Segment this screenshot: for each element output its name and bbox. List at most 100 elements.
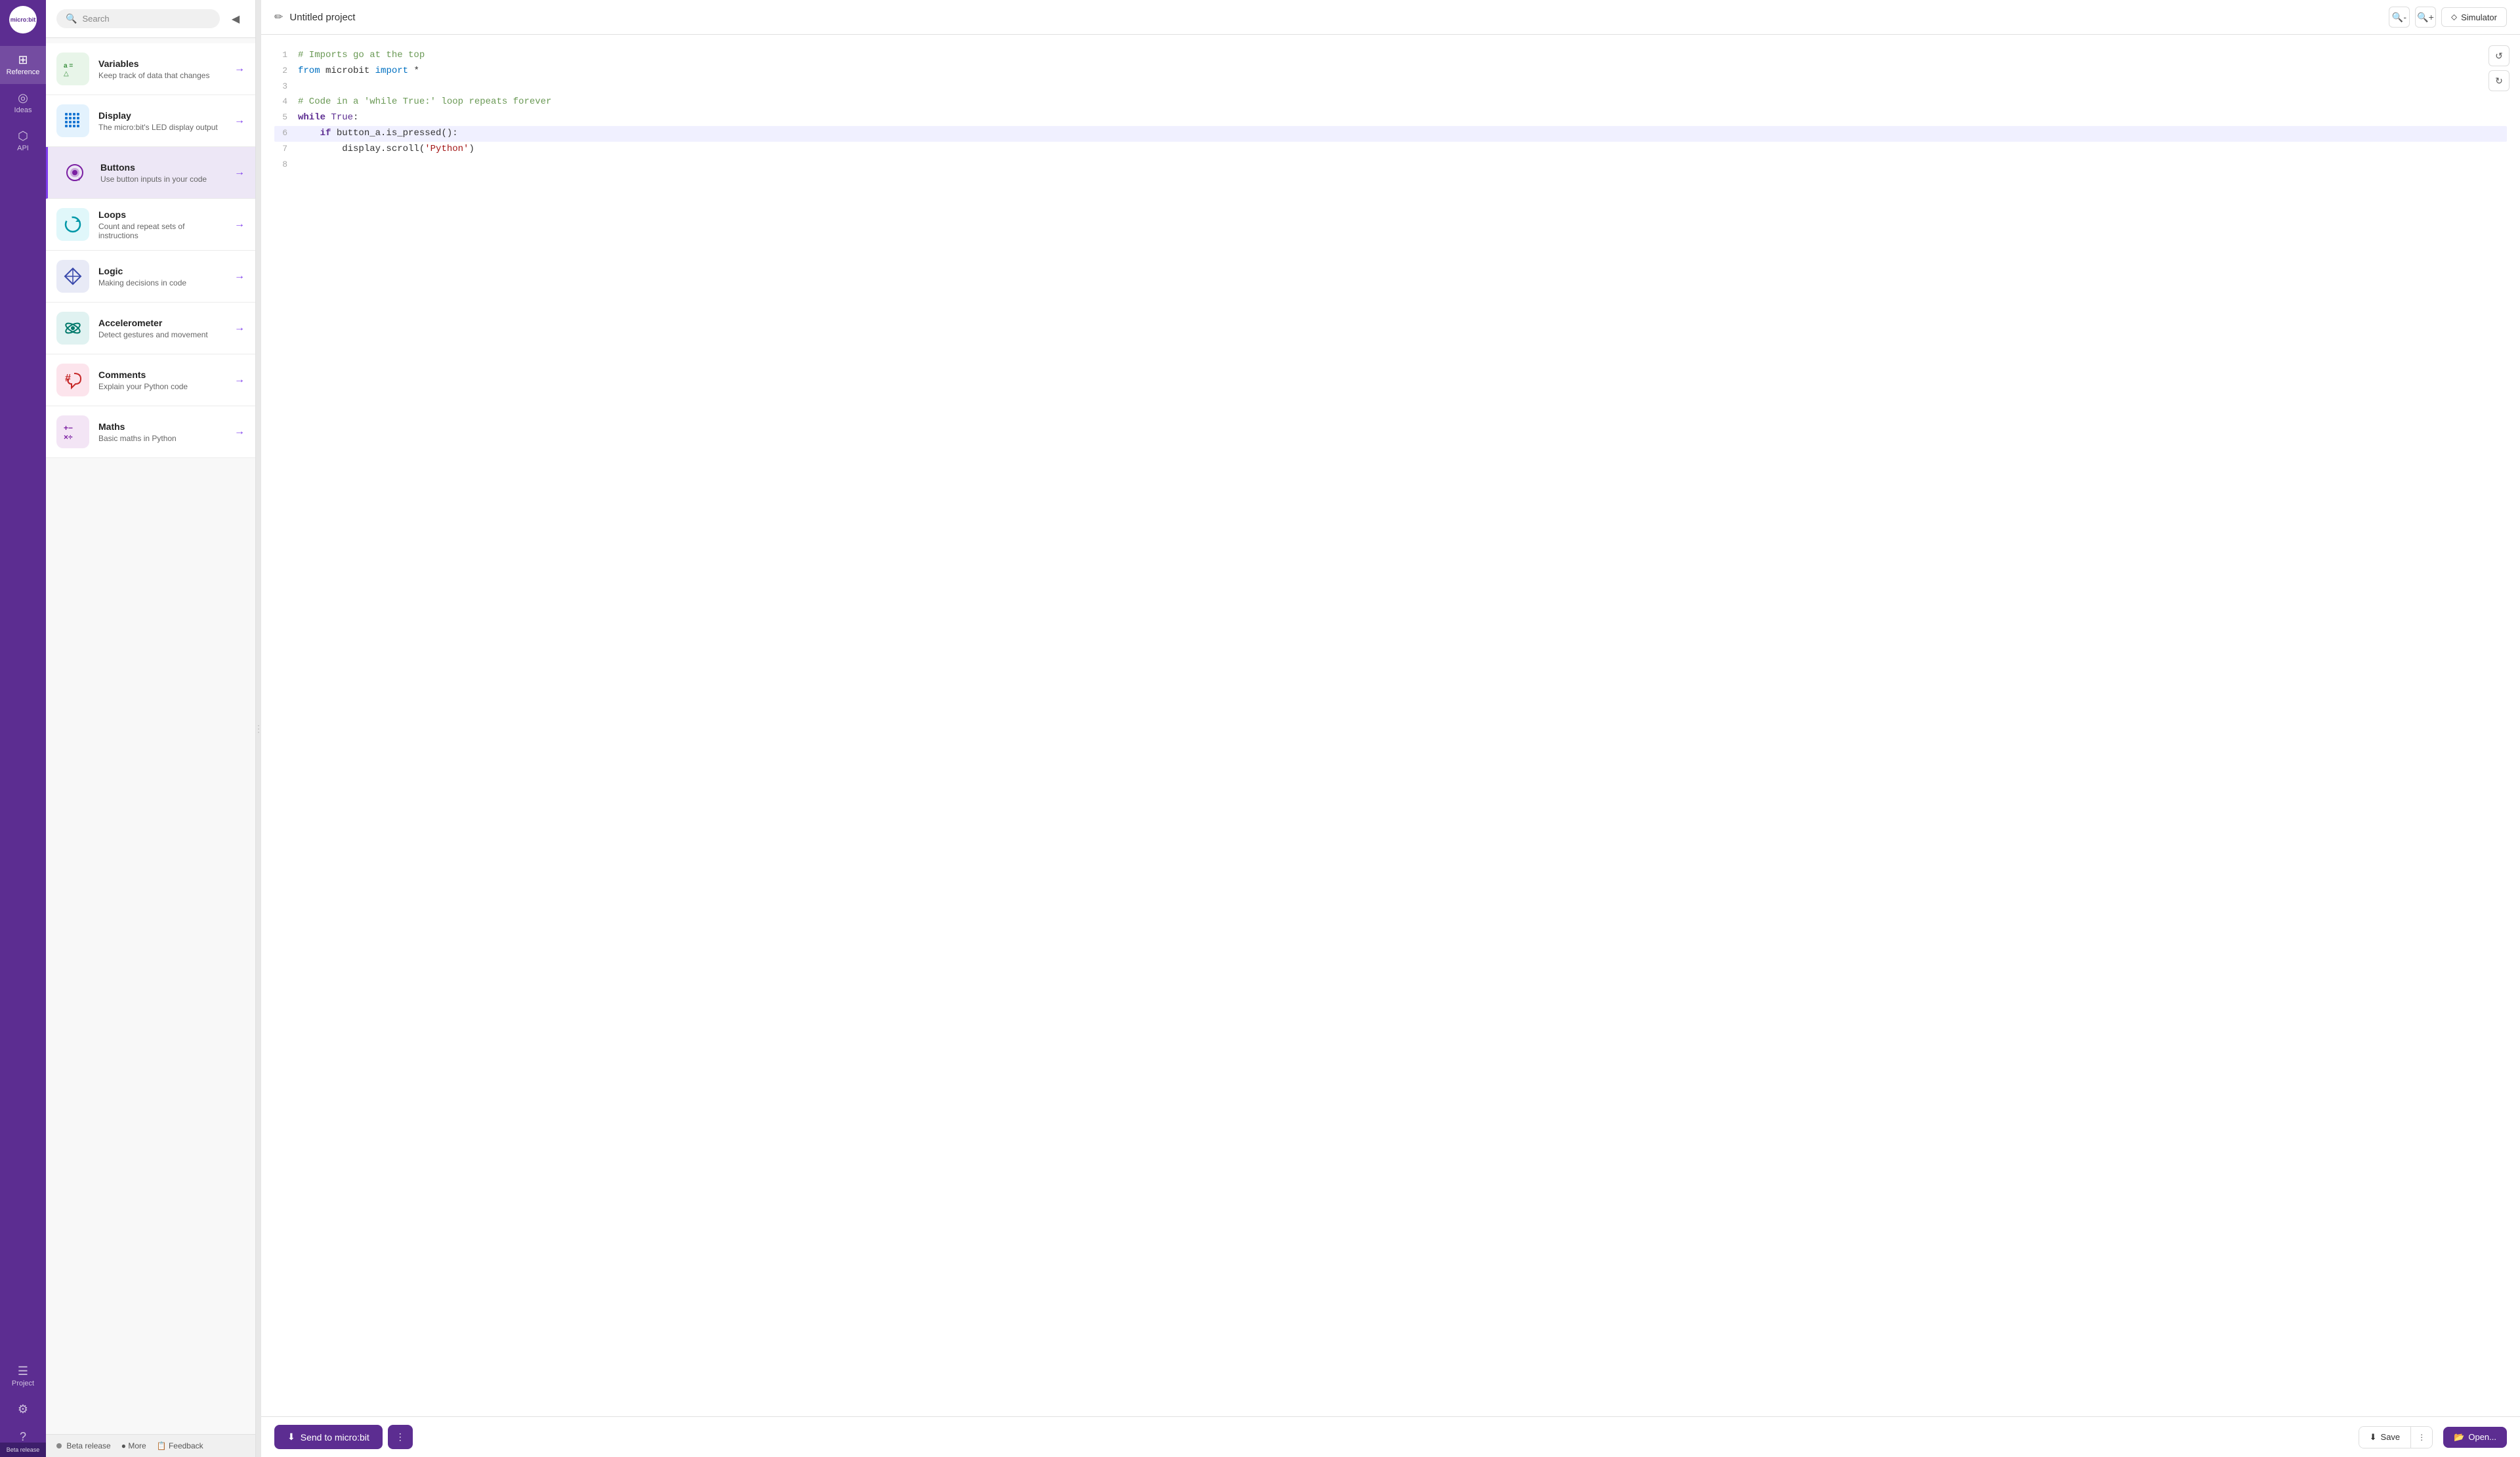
svg-text:△: △ — [64, 70, 69, 77]
line-number-1: 1 — [274, 48, 287, 62]
line-number-6: 6 — [274, 126, 287, 140]
sidebar-item-ideas[interactable]: ◎ Ideas — [0, 84, 46, 122]
header-actions: 🔍- 🔍+ ⬦ Simulator — [2389, 7, 2507, 28]
logic-arrow-icon: → — [234, 270, 245, 282]
search-box[interactable]: 🔍 Search — [56, 9, 220, 28]
search-icon: 🔍 — [66, 13, 77, 24]
accelerometer-arrow-icon: → — [234, 322, 245, 334]
display-icon — [62, 110, 83, 131]
open-button[interactable]: 📂 Open... — [2443, 1427, 2507, 1448]
project-icon: ☰ — [18, 1365, 28, 1377]
accelerometer-text: Accelerometer Detect gestures and moveme… — [98, 318, 225, 339]
main-area: ✏ Untitled project 🔍- 🔍+ ⬦ Simulator 1 #… — [261, 0, 2520, 1457]
reference-item-buttons[interactable]: ↓ Buttons Use button inputs in your code… — [46, 147, 255, 199]
code-line-6: 6 if button_a.is_pressed(): — [274, 126, 2507, 142]
loops-icon-wrap — [56, 208, 89, 241]
send-options-icon: ⋮ — [396, 1431, 405, 1442]
search-placeholder: Search — [82, 14, 109, 24]
accelerometer-title: Accelerometer — [98, 318, 225, 328]
sidebar-item-reference[interactable]: ⊞ Reference — [0, 46, 46, 84]
simulator-button[interactable]: ⬦ Simulator — [2441, 7, 2507, 27]
open-label: Open... — [2468, 1432, 2496, 1442]
send-to-microbit-button[interactable]: ⬇ Send to micro:bit — [274, 1425, 383, 1449]
loops-desc: Count and repeat sets of instructions — [98, 222, 225, 240]
undo-button[interactable]: ↺ — [2488, 45, 2510, 66]
zoom-out-button[interactable]: 🔍- — [2389, 7, 2410, 28]
reference-icon: ⊞ — [18, 54, 28, 66]
buttons-icon-wrap: ↓ — [58, 156, 91, 189]
display-text: Display The micro:bit's LED display outp… — [98, 110, 225, 132]
maths-icon-wrap: +− ×÷ — [56, 415, 89, 448]
svg-text:+−: +− — [64, 423, 73, 433]
collapse-panel-button[interactable]: ◀ — [226, 10, 245, 28]
feedback-label[interactable]: 📋 Feedback — [157, 1441, 203, 1450]
buttons-title: Buttons — [100, 162, 225, 173]
code-line-2: 2 from microbit import * — [274, 64, 2507, 79]
sidebar-item-api[interactable]: ⬡ API — [0, 122, 46, 160]
loops-icon — [62, 214, 83, 235]
comments-icon: # — [62, 370, 83, 391]
sidebar-item-api-label: API — [17, 144, 29, 152]
collapse-icon: ◀ — [232, 12, 240, 26]
line-number-8: 8 — [274, 158, 287, 172]
line-number-4: 4 — [274, 95, 287, 109]
line-number-7: 7 — [274, 142, 287, 156]
code-content-4: # Code in a 'while True:' loop repeats f… — [298, 95, 551, 110]
sidebar-item-ideas-label: Ideas — [14, 106, 32, 114]
code-line-7: 7 display.scroll('Python') — [274, 142, 2507, 158]
reference-item-display[interactable]: Display The micro:bit's LED display outp… — [46, 95, 255, 147]
logic-text: Logic Making decisions in code — [98, 266, 225, 287]
send-options-button[interactable]: ⋮ — [388, 1425, 413, 1449]
comments-desc: Explain your Python code — [98, 382, 225, 391]
comments-icon-wrap: # — [56, 364, 89, 396]
send-icon: ⬇ — [287, 1431, 295, 1443]
sidebar-item-project[interactable]: ☰ Project — [0, 1357, 46, 1395]
code-content-6: if button_a.is_pressed(): — [298, 126, 458, 142]
undo-icon: ↺ — [2495, 51, 2503, 62]
reference-item-comments[interactable]: # Comments Explain your Python code → — [46, 354, 255, 406]
buttons-desc: Use button inputs in your code — [100, 175, 225, 184]
simulator-label: Simulator — [2461, 12, 2497, 22]
code-line-8: 8 — [274, 158, 2507, 173]
maths-desc: Basic maths in Python — [98, 434, 225, 443]
loops-text: Loops Count and repeat sets of instructi… — [98, 209, 225, 240]
sidebar-item-settings[interactable]: ⚙ — [0, 1395, 46, 1423]
send-label: Send to micro:bit — [301, 1432, 369, 1443]
panel-divider[interactable] — [256, 0, 261, 1457]
zoom-in-button[interactable]: 🔍+ — [2415, 7, 2436, 28]
code-line-5: 5 while True: — [274, 110, 2507, 126]
more-label[interactable]: ● More — [121, 1441, 146, 1450]
sidebar-item-reference-label: Reference — [7, 68, 40, 76]
save-more-button[interactable]: ⋮ — [2411, 1427, 2432, 1448]
redo-button[interactable]: ↻ — [2488, 70, 2510, 91]
buttons-text: Buttons Use button inputs in your code — [100, 162, 225, 184]
reference-item-maths[interactable]: +− ×÷ Maths Basic maths in Python → — [46, 406, 255, 458]
svg-text:×÷: ×÷ — [64, 433, 73, 442]
save-button[interactable]: ⬇ Save — [2359, 1427, 2412, 1448]
code-line-3: 3 — [274, 79, 2507, 95]
reference-item-accelerometer[interactable]: Accelerometer Detect gestures and moveme… — [46, 303, 255, 354]
buttons-icon: ↓ — [64, 162, 85, 183]
open-icon: 📂 — [2454, 1432, 2464, 1443]
logic-icon — [62, 266, 83, 287]
line-number-2: 2 — [274, 64, 287, 78]
editor-side-actions: ↺ ↻ — [2488, 45, 2510, 91]
logo-inner: micro:bit — [9, 6, 37, 33]
api-icon: ⬡ — [18, 130, 28, 142]
code-editor[interactable]: 1 # Imports go at the top 2 from microbi… — [261, 35, 2520, 1416]
line-number-3: 3 — [274, 79, 287, 94]
maths-icon: +− ×÷ — [62, 421, 83, 442]
code-content-8 — [298, 158, 303, 173]
code-content-5: while True: — [298, 110, 358, 126]
project-title[interactable]: Untitled project — [289, 12, 2382, 23]
reference-item-logic[interactable]: Logic Making decisions in code → — [46, 251, 255, 303]
reference-item-loops[interactable]: Loops Count and repeat sets of instructi… — [46, 199, 255, 251]
logic-title: Logic — [98, 266, 225, 276]
logo[interactable]: micro:bit — [0, 0, 46, 39]
code-line-1: 1 # Imports go at the top — [274, 48, 2507, 64]
zoom-out-icon: 🔍- — [2392, 12, 2406, 23]
reference-item-variables[interactable]: a = △ Variables Keep track of data that … — [46, 43, 255, 95]
save-label: Save — [2381, 1432, 2401, 1442]
code-content-3 — [298, 79, 303, 95]
nav-items: ⊞ Reference ◎ Ideas ⬡ API — [0, 46, 46, 1357]
